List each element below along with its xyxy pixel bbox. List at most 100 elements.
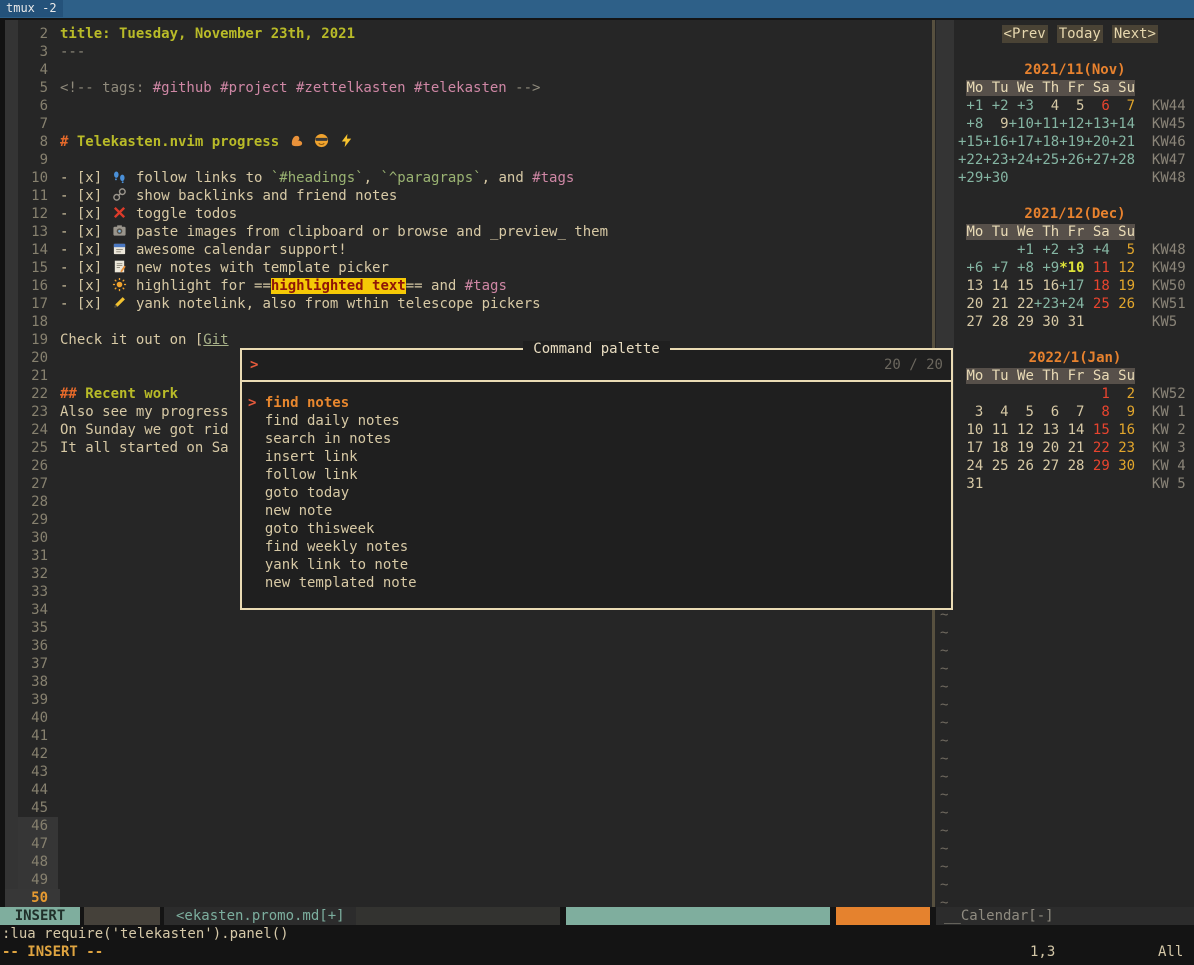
calendar-day[interactable]: 30 bbox=[1110, 458, 1135, 474]
calendar-day[interactable]: 14 bbox=[1059, 422, 1084, 438]
calendar-day[interactable]: 7 bbox=[1059, 404, 1084, 420]
palette-item[interactable]: new templated note bbox=[242, 574, 951, 592]
calendar-day[interactable]: 21 bbox=[983, 296, 1008, 312]
calendar-day[interactable]: 18 bbox=[983, 440, 1008, 456]
calendar-day[interactable]: 23 bbox=[1110, 440, 1135, 456]
editor-line[interactable]: 11- [x] show backlinks and friend notes bbox=[0, 187, 932, 205]
calendar-day[interactable]: +7 bbox=[983, 260, 1008, 276]
calendar-day[interactable]: 5 bbox=[1110, 242, 1135, 258]
editor-line[interactable]: 2title: Tuesday, November 23th, 2021 bbox=[0, 25, 932, 43]
palette-item[interactable]: find weekly notes bbox=[242, 538, 951, 556]
calendar-day[interactable]: +23 bbox=[983, 152, 1008, 168]
calendar-day[interactable]: 22 bbox=[1084, 440, 1109, 456]
palette-item[interactable]: goto today bbox=[242, 484, 951, 502]
buffer-tab-segment[interactable]: ≡ [11]tra… bbox=[836, 907, 930, 925]
calendar-day[interactable]: 31 bbox=[1059, 314, 1084, 330]
editor-line[interactable]: 14- [x] awesome calendar support! bbox=[0, 241, 932, 259]
editor-line[interactable]: 36 bbox=[0, 637, 932, 655]
editor-line[interactable]: 43 bbox=[0, 763, 932, 781]
calendar-day[interactable]: 4 bbox=[1034, 98, 1059, 114]
command-line[interactable]: :lua require('telekasten').panel() bbox=[0, 925, 1194, 943]
calendar-day[interactable]: 11 bbox=[983, 422, 1008, 438]
editor-line[interactable]: 37 bbox=[0, 655, 932, 673]
calendar-day[interactable]: +4 bbox=[1084, 242, 1109, 258]
editor-line[interactable]: 44 bbox=[0, 781, 932, 799]
calendar-day[interactable]: +14 bbox=[1110, 116, 1135, 132]
calendar-day[interactable]: 8 bbox=[1084, 404, 1109, 420]
palette-item[interactable]: insert link bbox=[242, 448, 951, 466]
calendar-day[interactable]: +15 bbox=[958, 134, 983, 150]
editor-line[interactable]: 7 bbox=[0, 115, 932, 133]
palette-item[interactable]: search in notes bbox=[242, 430, 951, 448]
calendar-day[interactable]: 4 bbox=[983, 404, 1008, 420]
calendar-day[interactable]: +16 bbox=[983, 134, 1008, 150]
calendar-day[interactable]: 24 bbox=[958, 458, 983, 474]
calendar-day[interactable]: +18 bbox=[1034, 134, 1059, 150]
editor-line[interactable]: 13- [x] paste images from clipboard or b… bbox=[0, 223, 932, 241]
calendar-today-button[interactable]: Today bbox=[1057, 25, 1103, 43]
calendar-day[interactable]: 10 bbox=[958, 422, 983, 438]
calendar-day[interactable]: 20 bbox=[1034, 440, 1059, 456]
calendar-day[interactable]: 6 bbox=[1084, 98, 1109, 114]
calendar-day[interactable]: 22 bbox=[1009, 296, 1034, 312]
calendar-day[interactable]: 28 bbox=[983, 314, 1008, 330]
palette-item[interactable]: new note bbox=[242, 502, 951, 520]
calendar-day[interactable]: +23 bbox=[1034, 296, 1059, 312]
calendar-day[interactable]: 15 bbox=[1084, 422, 1109, 438]
editor-line[interactable]: 35 bbox=[0, 619, 932, 637]
editor-line[interactable]: 17- [x] yank notelink, also from wthin t… bbox=[0, 295, 932, 313]
calendar-day[interactable]: +21 bbox=[1110, 134, 1135, 150]
calendar-day[interactable]: 3 bbox=[958, 404, 983, 420]
calendar-day[interactable]: +13 bbox=[1084, 116, 1109, 132]
editor-line[interactable]: 41 bbox=[0, 727, 932, 745]
calendar-day[interactable]: +11 bbox=[1034, 116, 1059, 132]
calendar-day[interactable]: 5 bbox=[1059, 98, 1084, 114]
calendar-day[interactable]: +2 bbox=[983, 98, 1008, 114]
editor-line[interactable]: 4 bbox=[0, 61, 932, 79]
calendar-day[interactable]: 16 bbox=[1110, 422, 1135, 438]
calendar-next-button[interactable]: Next> bbox=[1112, 25, 1158, 43]
calendar-day[interactable]: 28 bbox=[1059, 458, 1084, 474]
calendar-day[interactable]: +28 bbox=[1110, 152, 1135, 168]
editor-line[interactable]: 50 bbox=[0, 889, 932, 907]
editor-line[interactable]: 12- [x] toggle todos bbox=[0, 205, 932, 223]
editor-line[interactable]: 5<!-- tags: #github #project #zettelkast… bbox=[0, 79, 932, 97]
calendar-day[interactable]: 16 bbox=[1034, 278, 1059, 294]
calendar-day[interactable]: 19 bbox=[1110, 278, 1135, 294]
calendar-day[interactable]: 29 bbox=[1084, 458, 1109, 474]
editor-line[interactable]: 40 bbox=[0, 709, 932, 727]
calendar-day[interactable]: 6 bbox=[1034, 404, 1059, 420]
calendar-day[interactable]: 27 bbox=[1034, 458, 1059, 474]
editor-line[interactable]: 15- [x] new notes with template picker bbox=[0, 259, 932, 277]
calendar-day[interactable]: +24 bbox=[1009, 152, 1034, 168]
calendar-day[interactable]: 30 bbox=[1034, 314, 1059, 330]
calendar-day[interactable]: 26 bbox=[1110, 296, 1135, 312]
calendar-day[interactable]: 2 bbox=[1110, 386, 1135, 402]
editor-line[interactable]: 10- [x] follow links to `#headings`, `^p… bbox=[0, 169, 932, 187]
calendar-day[interactable]: +6 bbox=[958, 260, 983, 276]
calendar-day[interactable]: 26 bbox=[1009, 458, 1034, 474]
editor-line[interactable]: 8# Telekasten.nvim progress bbox=[0, 133, 932, 151]
calendar-day[interactable]: +26 bbox=[1059, 152, 1084, 168]
calendar-day[interactable]: +20 bbox=[1084, 134, 1109, 150]
calendar-day[interactable]: +2 bbox=[1034, 242, 1059, 258]
editor-line[interactable]: 46 bbox=[0, 817, 932, 835]
palette-item[interactable]: find daily notes bbox=[242, 412, 951, 430]
calendar-day[interactable]: 9 bbox=[1110, 404, 1135, 420]
calendar-day[interactable]: +30 bbox=[983, 170, 1008, 186]
calendar-day[interactable]: +25 bbox=[1034, 152, 1059, 168]
editor-line[interactable]: 42 bbox=[0, 745, 932, 763]
calendar-day[interactable]: +22 bbox=[958, 152, 983, 168]
calendar-day[interactable]: 19 bbox=[1009, 440, 1034, 456]
calendar-day[interactable]: +17 bbox=[1009, 134, 1034, 150]
calendar-day[interactable]: +8 bbox=[958, 116, 983, 132]
editor-line[interactable]: 47 bbox=[0, 835, 932, 853]
editor-line[interactable]: 39 bbox=[0, 691, 932, 709]
calendar-day[interactable]: 9 bbox=[983, 116, 1008, 132]
calendar-day[interactable]: 25 bbox=[983, 458, 1008, 474]
calendar-day[interactable]: 13 bbox=[958, 278, 983, 294]
calendar-day[interactable]: 29 bbox=[1009, 314, 1034, 330]
calendar-day[interactable]: *10 bbox=[1059, 260, 1084, 276]
editor-line[interactable]: 16- [x] highlight for ==highlighted text… bbox=[0, 277, 932, 295]
calendar-day[interactable]: 11 bbox=[1084, 260, 1109, 276]
